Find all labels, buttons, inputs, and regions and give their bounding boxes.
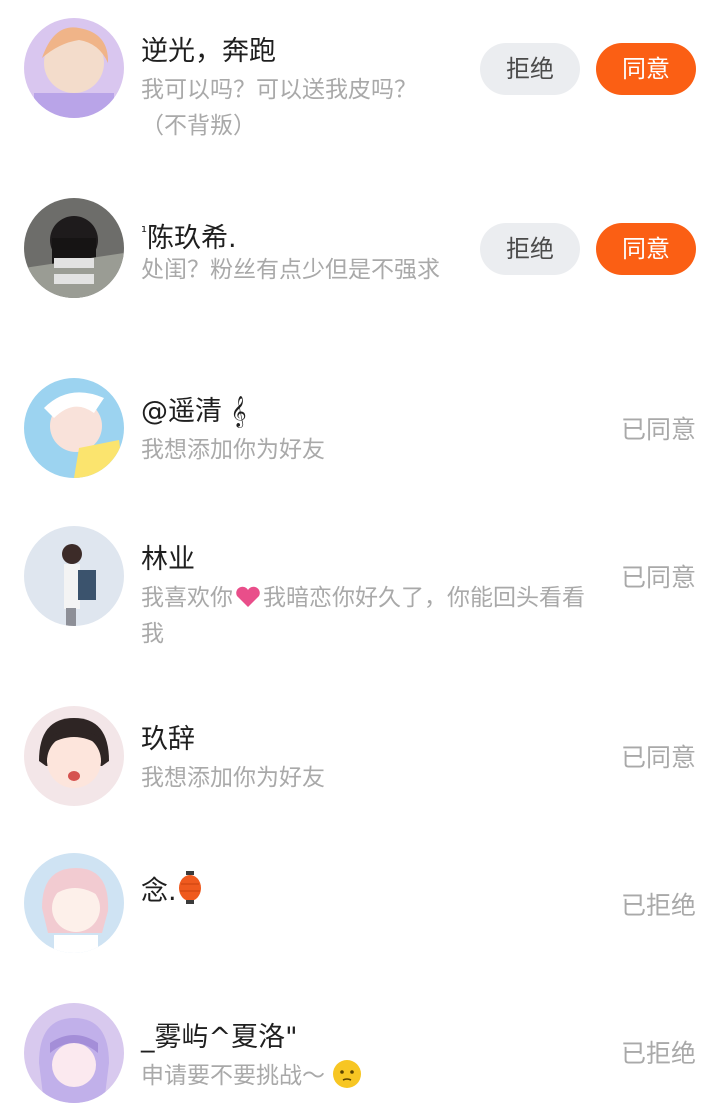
name-text: 陈玖希. xyxy=(147,223,237,254)
avatar[interactable] xyxy=(24,198,124,298)
requester-name: 玖辞 xyxy=(141,724,195,755)
friend-request-item[interactable]: _雾屿^夏洛" 申请要不要挑战～ 已拒绝 xyxy=(0,990,718,1103)
friend-request-item[interactable]: 念. 已拒绝 xyxy=(0,840,718,990)
requester-name: 念. xyxy=(141,870,203,910)
requester-name: @遥清 𝄞 xyxy=(141,394,247,430)
request-message: 我想添加你为好友 xyxy=(141,765,325,791)
request-message: 我可以吗？可以送我皮吗？（不背叛） xyxy=(141,77,417,139)
avatar[interactable] xyxy=(24,378,124,478)
message-part: 我喜欢你 xyxy=(141,585,233,611)
request-status: 已同意 xyxy=(620,563,696,592)
requester-name: _雾屿^夏洛" xyxy=(141,1022,298,1053)
request-message: 申请要不要挑战～ xyxy=(141,1058,591,1094)
request-message: 我喜欢你 我暗恋你好久了，你能回头看看我 xyxy=(141,580,591,652)
requester-name: 林业 xyxy=(141,544,195,575)
avatar[interactable] xyxy=(24,526,124,626)
request-status: 已同意 xyxy=(620,415,696,444)
accept-button[interactable]: 同意 xyxy=(596,43,696,95)
friend-request-item[interactable]: ¹陈玖希. 处闺？粉丝有点少但是不强求 拒绝 同意 xyxy=(0,180,718,360)
avatar[interactable] xyxy=(24,706,124,806)
friend-request-item[interactable]: 林业 我喜欢你 我暗恋你好久了，你能回头看看我 已同意 xyxy=(0,510,718,690)
heart-emoji-icon xyxy=(236,586,260,607)
avatar[interactable] xyxy=(24,18,124,118)
requester-name: 逆光，奔跑 xyxy=(141,36,276,67)
request-message: 我想添加你为好友 xyxy=(141,437,325,463)
message-text: 申请要不要挑战～ xyxy=(141,1063,325,1089)
name-text: 念. xyxy=(141,876,177,907)
requester-name: ¹陈玖希. xyxy=(141,214,237,257)
smiley-emoji-icon xyxy=(333,1060,362,1088)
request-message: 处闺？粉丝有点少但是不强求 xyxy=(141,257,440,283)
treble-clef-symbol: 𝄞 xyxy=(230,396,247,427)
accept-button[interactable]: 同意 xyxy=(596,223,696,275)
friend-request-item[interactable]: 玖辞 我想添加你为好友 已同意 xyxy=(0,690,718,840)
friend-request-item[interactable]: 逆光，奔跑 我可以吗？可以送我皮吗？（不背叛） 拒绝 同意 xyxy=(0,0,718,180)
friend-request-item[interactable]: @遥清 𝄞 我想添加你为好友 已同意 xyxy=(0,360,718,510)
request-status: 已拒绝 xyxy=(620,891,696,920)
request-status: 已拒绝 xyxy=(620,1039,696,1068)
lantern-emoji-icon xyxy=(178,871,201,904)
name-text: @遥清 xyxy=(141,396,222,427)
avatar[interactable] xyxy=(24,853,124,953)
reject-button[interactable]: 拒绝 xyxy=(480,43,580,95)
avatar[interactable] xyxy=(24,1003,124,1103)
reject-button[interactable]: 拒绝 xyxy=(480,223,580,275)
request-status: 已同意 xyxy=(620,743,696,772)
